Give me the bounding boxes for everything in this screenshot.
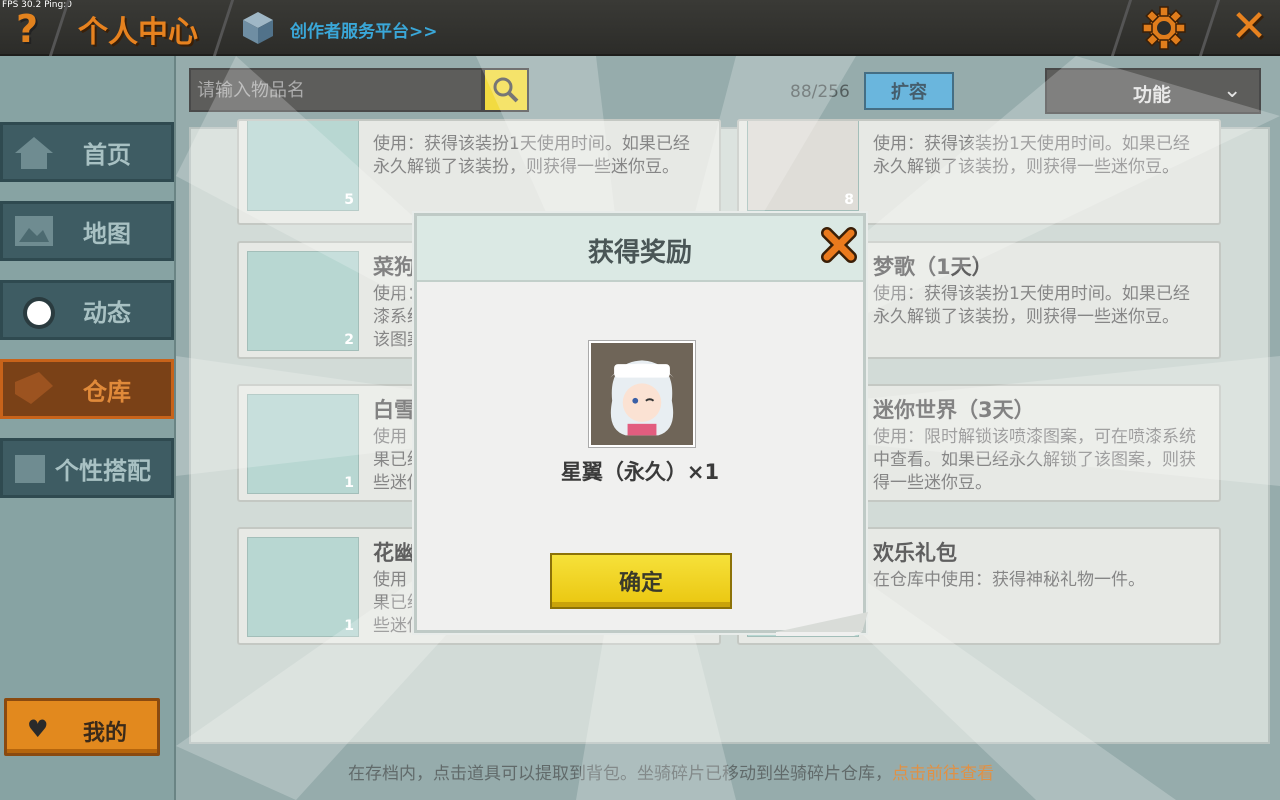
sidebar-item-map[interactable]: 地图 (0, 201, 174, 261)
top-bar: FPS 30.2 Ping:0 ? 个人中心 创作者服务平台>> ✕ (0, 0, 1280, 56)
sidebar-item-label: 仓库 (83, 378, 131, 406)
home-icon (15, 137, 53, 169)
sidebar-item-label: 动态 (83, 299, 131, 327)
sidebar-item-feed[interactable]: 动态 (0, 280, 174, 340)
my-button[interactable]: ♥ 我的 (4, 698, 160, 756)
gear-icon[interactable] (1140, 4, 1188, 52)
page-title: 个人中心 (78, 15, 198, 50)
sidebar: 首页 地图 动态 仓库 个性搭配 ♥ 我的 (0, 56, 176, 800)
outfit-icon (15, 455, 45, 483)
divider (1198, 0, 1221, 56)
reward-item-image (589, 341, 695, 447)
close-icon[interactable] (818, 224, 860, 266)
sidebar-item-label: 个性搭配 (55, 457, 151, 485)
sidebar-item-outfit[interactable]: 个性搭配 (0, 438, 174, 498)
record-icon (23, 297, 55, 329)
sidebar-item-warehouse[interactable]: 仓库 (0, 359, 174, 419)
reward-item-name: 星翼（永久）×1 (560, 460, 720, 484)
divider (212, 0, 235, 56)
heart-icon: ♥ (27, 715, 49, 743)
sidebar-item-label: 地图 (83, 220, 131, 248)
close-button[interactable]: ✕ (1226, 4, 1272, 50)
my-button-label: 我的 (83, 721, 128, 746)
page-curl-decoration (776, 612, 868, 636)
question-icon: ? (15, 7, 39, 51)
cube-icon (243, 12, 273, 44)
map-icon (15, 216, 53, 246)
confirm-button[interactable]: 确定 (550, 553, 732, 609)
dialog-title: 获得奖励 (587, 238, 692, 268)
help-button[interactable]: ? (0, 7, 54, 51)
sidebar-item-label: 首页 (83, 141, 131, 169)
sidebar-item-home[interactable]: 首页 (0, 122, 174, 182)
warehouse-icon (15, 372, 53, 404)
divider (1110, 0, 1133, 56)
close-icon: ✕ (1230, 1, 1268, 52)
dialog-header: 获得奖励 (417, 216, 863, 282)
creator-platform-link[interactable]: 创作者服务平台>> (290, 17, 438, 42)
